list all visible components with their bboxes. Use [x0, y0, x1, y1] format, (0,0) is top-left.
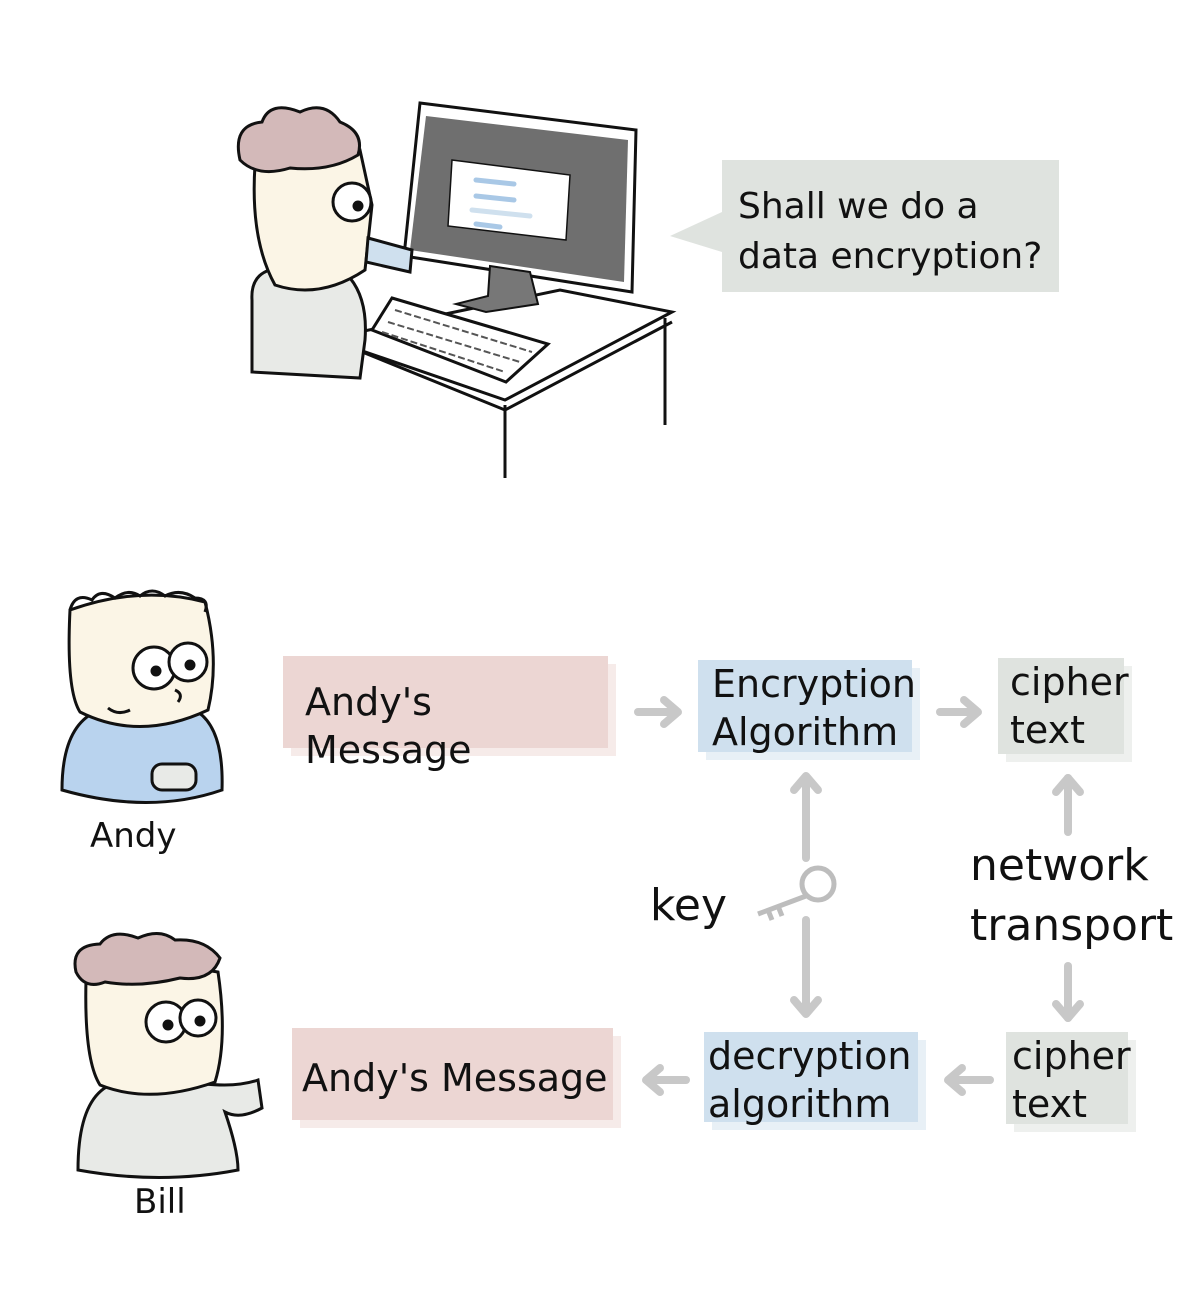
andy-illustration: [60, 589, 224, 804]
arrow-message-to-encryption: [634, 696, 682, 728]
key-label: key: [650, 880, 728, 931]
sender-message-box: Andy's Message: [283, 656, 608, 772]
cipher-text-top-line-1: cipher: [1010, 660, 1129, 704]
speech-bubble: Shall we do a data encryption?: [722, 160, 1059, 292]
cipher-text-bottom-line-1: cipher: [1012, 1034, 1131, 1078]
cipher-text-bottom-box: cipher text: [1006, 1032, 1131, 1126]
arrow-key-to-encryption: [790, 772, 822, 862]
speech-bubble-line-2: data encryption?: [738, 236, 1043, 277]
receiver-message-text: Andy's Message: [302, 1056, 608, 1100]
key-icon: [757, 865, 837, 921]
cipher-text-top-line-2: text: [1010, 708, 1085, 752]
monitor-illustration: [402, 101, 638, 314]
arrow-encryption-to-cipher: [936, 696, 982, 728]
andy-label: Andy: [90, 816, 177, 856]
encryption-algorithm-line-2: Algorithm: [712, 710, 899, 754]
sender-message-text: Andy's Message: [305, 680, 472, 772]
arrow-network-to-top-cipher: [1052, 774, 1084, 836]
decryption-algorithm-line-2: algorithm: [708, 1082, 892, 1126]
decryption-algorithm-line-1: decryption: [708, 1034, 912, 1078]
arrow-key-to-decryption: [790, 916, 822, 1018]
network-transport-line-1: network: [970, 840, 1149, 891]
network-transport-line-2: transport: [970, 900, 1174, 951]
encryption-algorithm-line-1: Encryption: [712, 662, 917, 706]
encryption-algorithm-box: Encryption Algorithm: [698, 660, 917, 754]
arrow-network-to-bottom-cipher: [1052, 962, 1084, 1022]
cipher-text-top-box: cipher text: [998, 658, 1129, 754]
speech-bubble-line-1: Shall we do a: [738, 186, 979, 227]
cipher-text-bottom-line-2: text: [1012, 1082, 1087, 1126]
arrow-decryption-to-message: [642, 1064, 690, 1096]
receiver-message-box: Andy's Message: [292, 1028, 613, 1120]
speech-bubble-tail: [670, 212, 722, 252]
bill-illustration: [73, 932, 264, 1179]
network-transport-label: network transport: [970, 836, 1173, 956]
arrow-cipher-to-decryption: [944, 1064, 994, 1096]
decryption-algorithm-box: decryption algorithm: [704, 1032, 918, 1126]
bill-label: Bill: [134, 1182, 186, 1222]
